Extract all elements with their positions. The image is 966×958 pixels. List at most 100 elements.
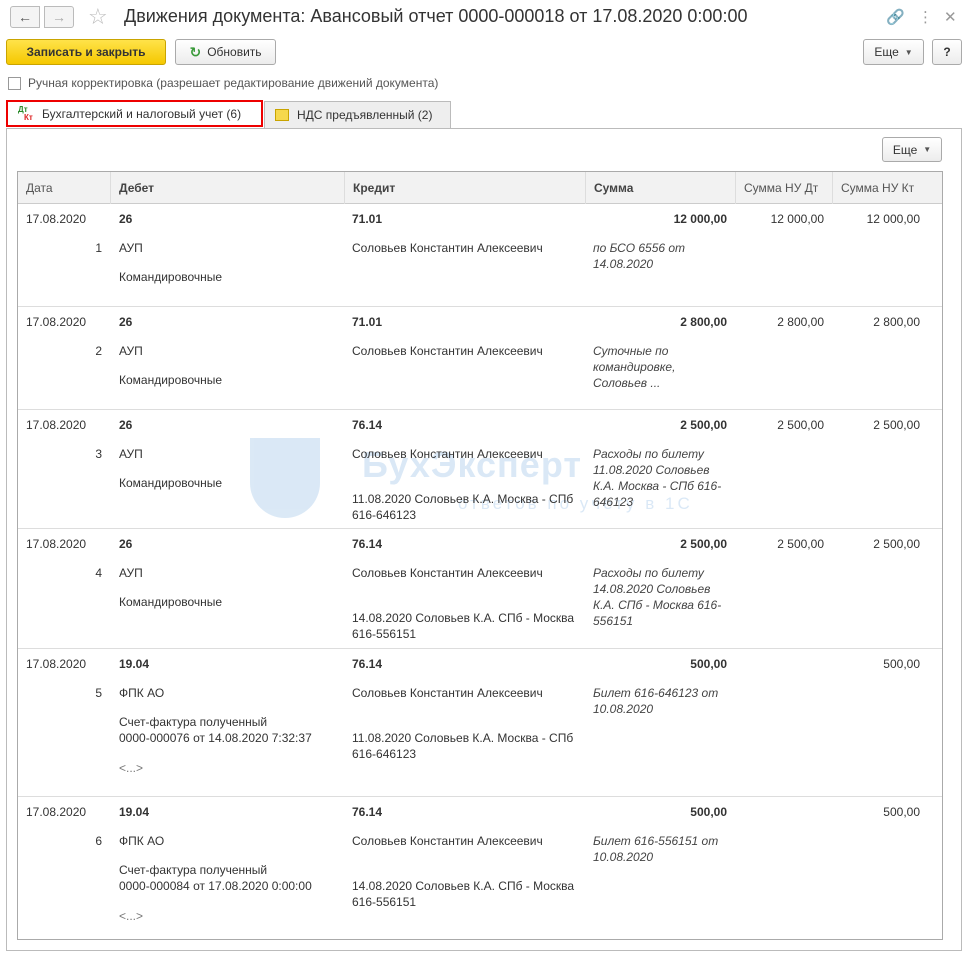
manual-edit-label: Ручная корректировка (разрешает редактир… (28, 76, 439, 90)
cell-line-number: 6 (95, 834, 102, 848)
cell-credit-subconto1: Соловьев Константин Алексеевич (352, 447, 543, 461)
link-icon[interactable]: 🔗 (886, 8, 905, 26)
cell-sum-nu-kt: 2 500,00 (873, 418, 920, 432)
cell-credit-account: 76.14 (352, 418, 383, 432)
back-button[interactable]: ← (10, 6, 40, 28)
page-title: Движения документа: Авансовый отчет 0000… (124, 6, 748, 26)
table-row[interactable]: 17.08.2020 4 26 АУП Командировочные 76.14 Соло… (18, 529, 942, 649)
help-label: ? (943, 45, 951, 59)
cell-sum-nu-kt: 500,00 (883, 657, 920, 671)
cell-debit-subconto4: <...> (119, 761, 144, 775)
header-debit[interactable]: Дебет (111, 172, 345, 204)
cell-content: по БСО 6556 от 14.08.2020 (593, 241, 686, 271)
more-label: Еще (874, 45, 899, 59)
cell-date: 17.08.2020 (26, 657, 87, 671)
header-sum-nu-dt[interactable]: Сумма НУ Дт (736, 172, 833, 204)
cell-content: Суточные по командировке, Соловьев ... (593, 344, 676, 390)
title-bar: ← → ☆ Движения документа: Авансовый отче… (0, 0, 966, 36)
cell-debit-account: 26 (119, 212, 133, 226)
cell-debit-subconto1: ФПК АО (119, 834, 165, 848)
cell-credit-subconto1: Соловьев Константин Алексеевич (352, 834, 543, 848)
cell-sum: 2 500,00 (680, 418, 727, 432)
cell-credit-subconto2: 14.08.2020 Соловьев К.А. СПб - Москва 61… (352, 879, 575, 909)
cell-line-number: 1 (95, 241, 102, 255)
cell-sum-nu-dt: 2 500,00 (777, 537, 824, 551)
tab-vat[interactable]: НДС предъявленный (2) (264, 101, 451, 128)
cell-sum: 2 500,00 (680, 537, 727, 551)
cell-debit-account: 26 (119, 315, 133, 329)
cell-credit-subconto1: Соловьев Константин Алексеевич (352, 241, 543, 255)
manual-edit-row[interactable]: Ручная корректировка (разрешает редактир… (8, 76, 438, 90)
cell-line-number: 3 (95, 447, 102, 461)
cell-debit-account: 26 (119, 418, 133, 432)
cell-content: Билет 616-556151 от 10.08.2020 (593, 834, 719, 864)
cell-line-number: 5 (95, 686, 102, 700)
cell-sum: 500,00 (690, 805, 727, 819)
cell-content: Билет 616-646123 от 10.08.2020 (593, 686, 719, 716)
cell-debit-subconto2: Командировочные (119, 373, 223, 387)
cell-sum-nu-dt: 2 500,00 (777, 418, 824, 432)
command-bar: Записать и закрыть ↻ Обновить Еще ▼ ? (0, 39, 966, 67)
cell-date: 17.08.2020 (26, 805, 87, 819)
cell-debit-subconto3: 0000-000084 от 17.08.2020 0:00:00 (119, 879, 312, 893)
cell-credit-account: 76.14 (352, 537, 383, 551)
table-row[interactable]: 17.08.2020 5 19.04 ФПК АО Счет-фактура получ… (18, 649, 942, 797)
tab-accounting-label: Бухгалтерский и налоговый учет (6) (42, 106, 242, 121)
tab-accounting[interactable]: Дт Кт Бухгалтерский и налоговый учет (6) (6, 100, 263, 127)
arrow-left-icon: ← (18, 9, 32, 25)
cell-debit-subconto3: 0000-000076 от 14.08.2020 7:32:37 (119, 731, 312, 745)
cell-debit-subconto1: ФПК АО (119, 686, 165, 700)
cell-sum-nu-kt: 500,00 (883, 805, 920, 819)
refresh-button[interactable]: ↻ Обновить (175, 39, 276, 65)
cell-credit-subconto2: 14.08.2020 Соловьев К.А. СПб - Москва 61… (352, 611, 575, 641)
cell-sum-nu-dt: 12 000,00 (770, 212, 824, 226)
cell-debit-subconto1: АУП (119, 344, 143, 358)
cell-line-number: 2 (95, 344, 102, 358)
cell-sum: 500,00 (690, 657, 727, 671)
cell-credit-subconto2: 11.08.2020 Соловьев К.А. Москва - СПб 61… (352, 492, 574, 522)
dt-kt-icon: Дт Кт (18, 104, 33, 122)
cell-content: Расходы по билету 11.08.2020 Соловьев К.… (593, 447, 722, 509)
header-date[interactable]: Дата (18, 172, 111, 204)
more-button[interactable]: Еще ▼ (863, 39, 924, 65)
cell-debit-account: 19.04 (119, 805, 150, 819)
table-row[interactable]: 17.08.2020 6 19.04 ФПК АО Счет-фактура получ… (18, 797, 942, 939)
cell-sum: 2 800,00 (680, 315, 727, 329)
table-row[interactable]: 17.08.2020 3 26 АУП Командировочные 76.14 Соло… (18, 410, 942, 529)
header-credit[interactable]: Кредит (345, 172, 586, 204)
table-row[interactable]: 17.08.2020 1 26 АУП Командировочные 71.01 Соло… (18, 204, 942, 307)
cell-debit-account: 26 (119, 537, 133, 551)
tab-vat-label: НДС предъявленный (2) (297, 108, 433, 122)
cell-debit-subconto1: АУП (119, 566, 143, 580)
cell-sum-nu-kt: 12 000,00 (866, 212, 920, 226)
header-sum[interactable]: Сумма (586, 172, 736, 204)
chevron-down-icon: ▼ (923, 145, 932, 154)
cell-sum-nu-dt: 2 800,00 (777, 315, 824, 329)
cell-date: 17.08.2020 (26, 418, 87, 432)
cell-sum-nu-kt: 2 500,00 (873, 537, 920, 551)
favorite-star-icon[interactable]: ☆ (88, 4, 108, 30)
cell-debit-subconto2: Командировочные (119, 270, 223, 284)
close-icon[interactable]: ✕ (944, 8, 957, 26)
cell-credit-subconto1: Соловьев Константин Алексеевич (352, 686, 543, 700)
movements-table: Дата Дебет Кредит Сумма Сумма НУ Дт Сумм… (17, 171, 943, 940)
arrow-right-icon: → (52, 9, 66, 25)
forward-button[interactable]: → (44, 6, 74, 28)
cell-debit-subconto1: АУП (119, 241, 143, 255)
manual-edit-checkbox[interactable] (8, 76, 21, 90)
more-vertical-icon[interactable]: ⋮ (918, 8, 933, 26)
cell-debit-subconto2: Командировочные (119, 595, 223, 609)
cell-date: 17.08.2020 (26, 212, 87, 226)
cell-debit-subconto1: АУП (119, 447, 143, 461)
cell-debit-account: 19.04 (119, 657, 150, 671)
cell-debit-subconto4: <...> (119, 909, 144, 923)
cell-date: 17.08.2020 (26, 537, 87, 551)
cell-credit-account: 76.14 (352, 805, 383, 819)
table-more-button[interactable]: Еще ▼ (882, 137, 942, 162)
help-button[interactable]: ? (932, 39, 962, 65)
save-and-close-button[interactable]: Записать и закрыть (6, 39, 166, 65)
register-icon (275, 109, 289, 121)
table-row[interactable]: 17.08.2020 2 26 АУП Командировочные 71.01 Соло… (18, 307, 942, 410)
cell-debit-subconto2: Командировочные (119, 476, 223, 490)
header-sum-nu-kt[interactable]: Сумма НУ Кт (833, 172, 942, 204)
